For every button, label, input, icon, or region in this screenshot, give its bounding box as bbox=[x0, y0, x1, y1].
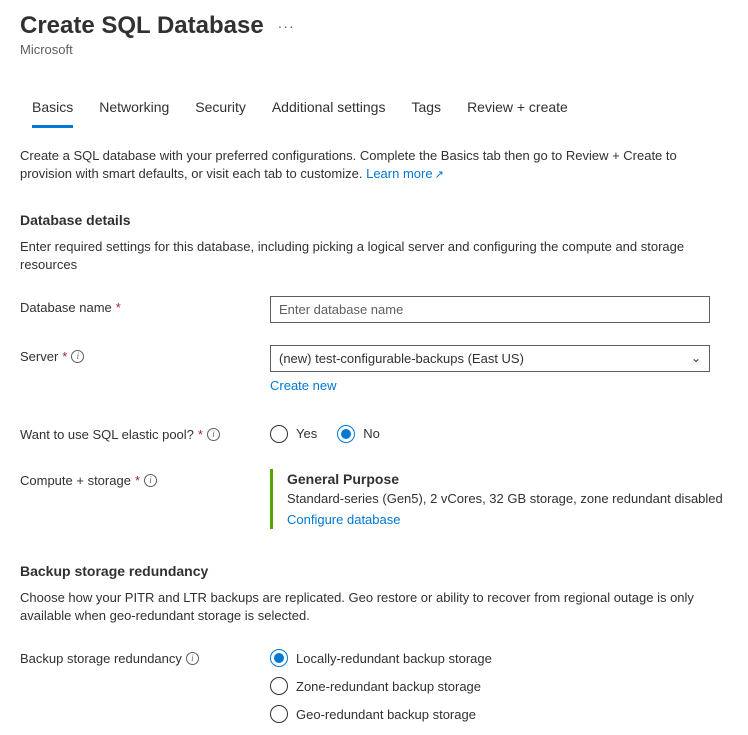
database-name-label: Database name * bbox=[20, 296, 270, 315]
info-icon[interactable]: i bbox=[207, 428, 220, 441]
backup-geo-radio[interactable]: Geo-redundant backup storage bbox=[270, 705, 728, 723]
backup-redundancy-desc: Choose how your PITR and LTR backups are… bbox=[20, 589, 728, 625]
required-asterisk: * bbox=[198, 427, 203, 442]
tab-review-create[interactable]: Review + create bbox=[467, 93, 568, 128]
compute-storage-label: Compute + storage * i bbox=[20, 469, 270, 488]
intro-text: Create a SQL database with your preferre… bbox=[20, 147, 728, 184]
elastic-pool-label: Want to use SQL elastic pool? * i bbox=[20, 423, 270, 442]
intro-body: Create a SQL database with your preferre… bbox=[20, 148, 677, 181]
required-asterisk: * bbox=[135, 473, 140, 488]
server-select[interactable]: (new) test-configurable-backups (East US… bbox=[270, 345, 710, 372]
tab-basics[interactable]: Basics bbox=[32, 93, 73, 128]
database-details-heading: Database details bbox=[20, 212, 728, 228]
create-new-server-link[interactable]: Create new bbox=[270, 378, 728, 393]
server-select-value: (new) test-configurable-backups (East US… bbox=[279, 351, 524, 366]
page-subtitle: Microsoft bbox=[20, 42, 728, 57]
backup-redundancy-label: Backup storage redundancy i bbox=[20, 647, 270, 666]
chevron-down-icon: ⌄ bbox=[691, 351, 701, 365]
compute-storage-summary: General Purpose Standard-series (Gen5), … bbox=[270, 469, 728, 529]
tab-bar: Basics Networking Security Additional se… bbox=[20, 93, 728, 129]
elastic-pool-yes-radio[interactable]: Yes bbox=[270, 425, 317, 443]
backup-redundancy-heading: Backup storage redundancy bbox=[20, 563, 728, 579]
tab-networking[interactable]: Networking bbox=[99, 93, 169, 128]
database-name-input[interactable] bbox=[270, 296, 710, 323]
required-asterisk: * bbox=[62, 349, 67, 364]
backup-local-radio[interactable]: Locally-redundant backup storage bbox=[270, 649, 728, 667]
learn-more-link[interactable]: Learn more↗ bbox=[366, 166, 444, 181]
tab-additional-settings[interactable]: Additional settings bbox=[272, 93, 386, 128]
compute-tier-title: General Purpose bbox=[287, 471, 728, 487]
info-icon[interactable]: i bbox=[186, 652, 199, 665]
backup-zone-radio[interactable]: Zone-redundant backup storage bbox=[270, 677, 728, 695]
elastic-pool-no-radio[interactable]: No bbox=[337, 425, 380, 443]
tab-security[interactable]: Security bbox=[195, 93, 246, 128]
external-link-icon: ↗ bbox=[435, 169, 444, 181]
configure-database-link[interactable]: Configure database bbox=[287, 512, 400, 527]
required-asterisk: * bbox=[116, 300, 121, 315]
tab-tags[interactable]: Tags bbox=[411, 93, 441, 128]
page-title: Create SQL Database bbox=[20, 12, 264, 40]
server-label: Server * i bbox=[20, 345, 270, 364]
more-actions-button[interactable]: ··· bbox=[278, 18, 295, 34]
compute-tier-desc: Standard-series (Gen5), 2 vCores, 32 GB … bbox=[287, 491, 728, 506]
info-icon[interactable]: i bbox=[144, 474, 157, 487]
info-icon[interactable]: i bbox=[71, 350, 84, 363]
database-details-desc: Enter required settings for this databas… bbox=[20, 238, 728, 274]
